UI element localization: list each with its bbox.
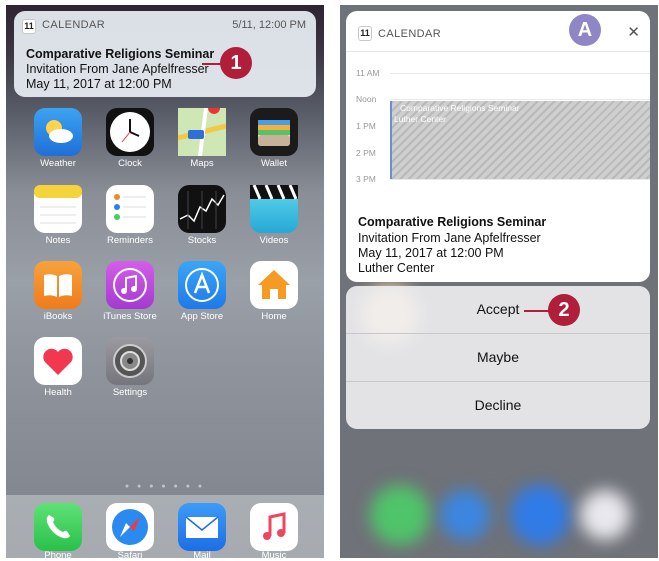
app-label-wallet: Wallet [260,158,288,169]
app-label-home: Home [261,311,287,322]
app-label-stocks: Stocks [187,235,217,246]
callout-badge-2: 2 [548,294,580,326]
notification-timestamp: 5/11, 12:00 PM [232,19,306,31]
blurred-dock-shape [370,485,430,545]
home-screen: 11 CALENDAR 5/11, 12:00 PM Comparative R… [6,5,324,558]
callout-badge-1: 1 [220,47,252,79]
action-sheet: Accept Maybe Decline [346,286,650,429]
videos-icon[interactable] [250,184,298,233]
app-label-settings: Settings [112,387,148,398]
callout-leader-2 [524,310,550,312]
app-label-app-store: App Store [180,311,224,322]
notification-datetime: May 11, 2017 at 12:00 PM [26,77,172,91]
blurred-dock-shape [440,490,490,540]
event-title: Comparative Religions Seminar [358,215,547,229]
maps-icon[interactable] [177,102,227,157]
app-label-itunes-store: iTunes Store [103,311,157,322]
notification-subtitle: Invitation From Jane Apfelfresser [26,62,209,76]
notification-app-name: CALENDAR [42,19,106,31]
blurred-dock-shape [580,490,630,540]
music-icon[interactable] [250,503,298,551]
safari-icon[interactable] [106,503,154,551]
event-block-title: Comparative Religions Seminar [400,103,520,113]
app-label-phone: Phone [44,550,72,558]
close-icon[interactable]: ✕ [627,23,640,41]
app-label-ibooks: iBooks [43,311,73,322]
event-datetime: May 11, 2017 at 12:00 PM [358,246,504,260]
health-icon[interactable] [34,337,82,385]
event-block[interactable]: Comparative Religions Seminar Luther Cen… [390,101,650,179]
app-label-music: Music [261,550,287,558]
callout-badge-a: A [569,14,601,46]
hour-line [390,73,650,74]
settings-icon[interactable] [106,337,154,385]
calendar-notification[interactable]: 11 CALENDAR 5/11, 12:00 PM Comparative R… [14,11,316,97]
event-location: Luther Center [358,261,435,275]
page-indicator[interactable]: ● ● ● ● ● ● ● [6,483,324,490]
event-block-location: Luther Center [394,114,446,124]
notification-header: 11 CALENDAR 5/11, 12:00 PM [14,11,316,37]
home-icon[interactable] [250,261,298,309]
hour-label: 3 PM [356,174,376,184]
blurred-dock-shape [510,485,570,545]
app-label-reminders: Reminders [107,235,153,246]
app-label-videos: Videos [259,235,289,246]
mail-icon[interactable] [178,503,226,551]
reminders-icon[interactable] [106,185,154,233]
app-label-notes: Notes [45,235,71,246]
ibooks-icon[interactable] [34,261,82,309]
expanded-notification-screen: 11 CALENDAR ✕ 11 AM Noon 1 PM 2 PM 3 PM … [340,5,658,558]
app-label-clock: Clock [118,158,142,169]
app-label-safari: Safari [117,550,143,558]
phone-icon[interactable] [34,503,82,551]
card-app-name: CALENDAR [378,28,442,40]
hour-label: 1 PM [356,121,376,131]
clock-icon[interactable] [106,108,154,156]
app-store-icon[interactable] [178,261,226,309]
hour-label: 11 AM [356,68,380,78]
notes-icon[interactable] [34,185,82,233]
maybe-button[interactable]: Maybe [346,334,650,382]
calendar-icon: 11 [358,26,372,41]
app-label-weather: Weather [40,158,76,169]
notification-title: Comparative Religions Seminar [26,47,215,61]
accept-button[interactable]: Accept [346,286,650,334]
hour-line [390,179,650,180]
stocks-icon[interactable] [178,185,226,233]
decline-button[interactable]: Decline [346,382,650,429]
wallet-icon[interactable] [250,108,298,156]
itunes-store-icon[interactable] [106,261,154,309]
hour-label: 2 PM [356,148,376,158]
hour-line [390,99,650,100]
weather-icon[interactable] [34,108,82,156]
calendar-icon: 11 [22,19,36,34]
app-label-mail: Mail [193,550,211,558]
hour-label: Noon [356,94,377,104]
app-label-health: Health [44,387,72,398]
expanded-calendar-card: 11 CALENDAR ✕ 11 AM Noon 1 PM 2 PM 3 PM … [346,11,650,282]
app-label-maps: Maps [190,158,214,169]
card-header: 11 CALENDAR ✕ [346,11,650,52]
callout-leader-1 [202,63,222,65]
event-subtitle: Invitation From Jane Apfelfresser [358,231,541,245]
